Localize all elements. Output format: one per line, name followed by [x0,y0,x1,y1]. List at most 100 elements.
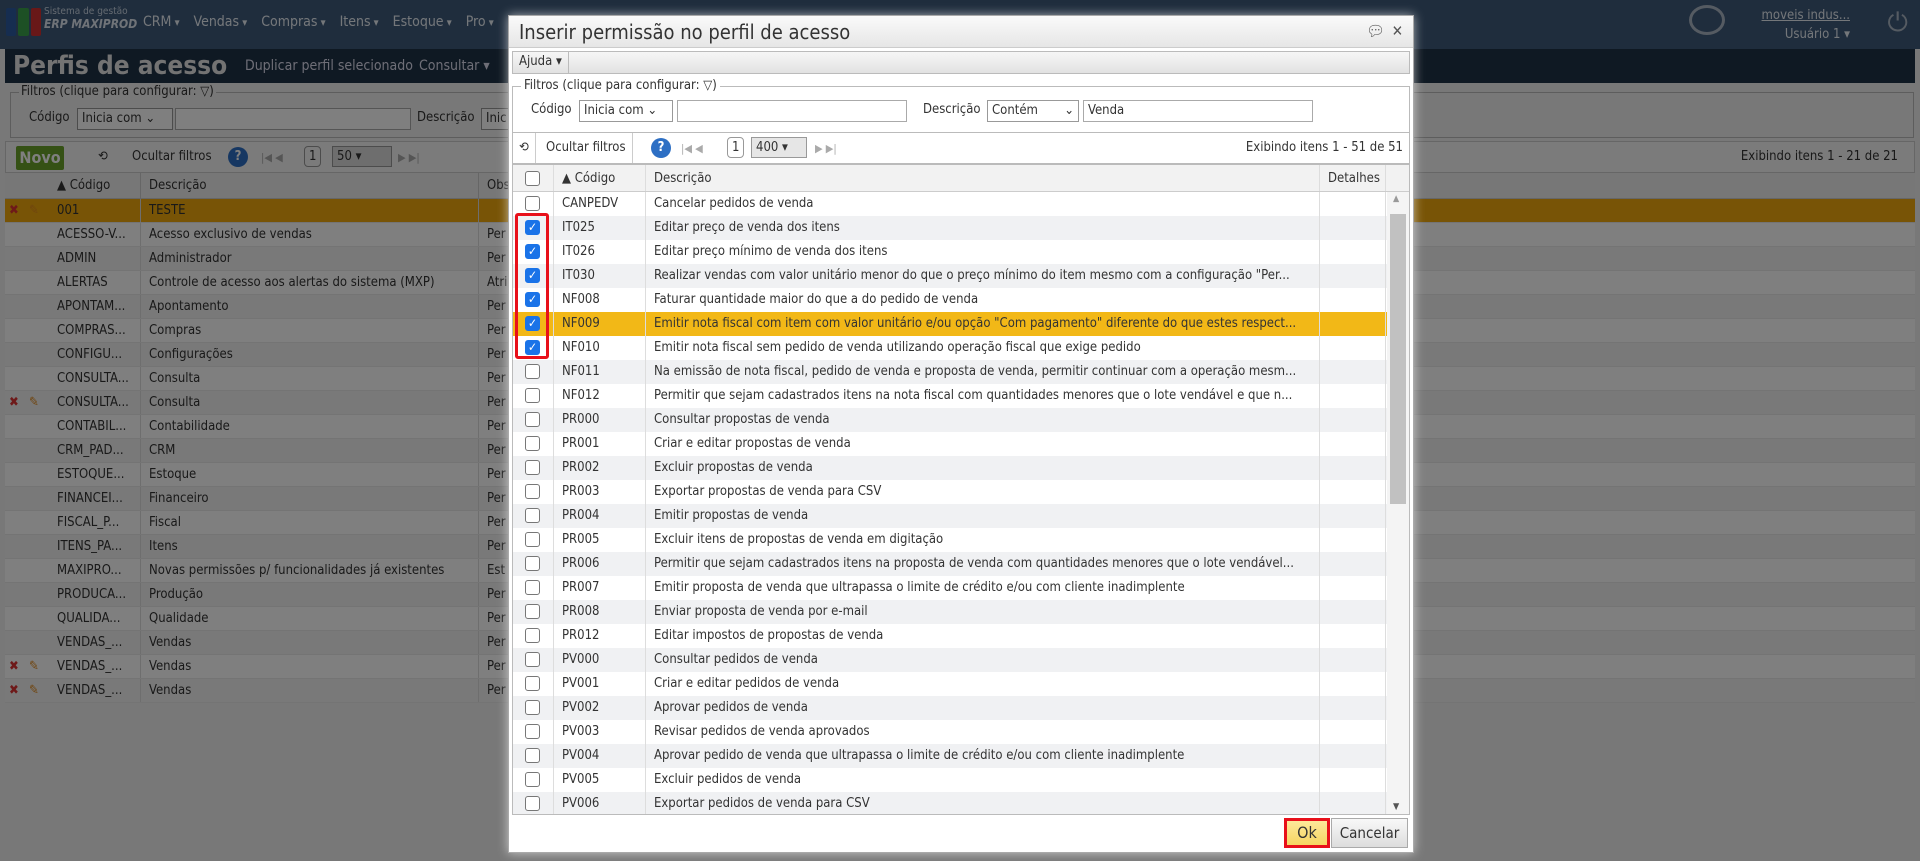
permission-details[interactable] [1320,552,1386,576]
permission-details[interactable] [1320,624,1386,648]
permission-checkbox[interactable] [525,628,540,643]
permission-checkbox[interactable] [525,724,540,739]
permission-details[interactable] [1320,264,1386,288]
ajuda-menu[interactable]: Ajuda ▾ [513,52,569,73]
permission-checkbox[interactable] [525,652,540,667]
permission-row[interactable]: NF011 Na emissão de nota fiscal, pedido d… [513,360,1409,384]
close-icon[interactable]: ✕ [1392,22,1403,40]
permission-checkbox[interactable] [525,796,540,811]
permission-details[interactable] [1320,696,1386,720]
scrollbar[interactable]: ▲ ▼ [1387,192,1409,814]
permission-checkbox[interactable] [525,436,540,451]
permission-details[interactable] [1320,648,1386,672]
permission-details[interactable] [1320,456,1386,480]
permission-details[interactable] [1320,288,1386,312]
permission-row[interactable]: PV003 Revisar pedidos de venda aprovados [513,720,1409,744]
permission-checkbox[interactable] [525,604,540,619]
permission-code: NF012 [554,384,646,408]
permission-details[interactable] [1320,432,1386,456]
permission-row[interactable]: PV001 Criar e editar pedidos de venda [513,672,1409,696]
permission-checkbox[interactable] [525,748,540,763]
dialog-hide-filters-button[interactable]: Ocultar filtros [540,133,633,163]
dialog-codigo-input[interactable] [677,100,907,122]
permission-details[interactable] [1320,360,1386,384]
permission-checkbox[interactable] [525,196,540,211]
permission-details[interactable] [1320,312,1386,336]
permission-row[interactable]: PV002 Aprovar pedidos de venda [513,696,1409,720]
scroll-down-icon[interactable]: ▼ [1393,802,1399,812]
permission-checkbox[interactable] [525,412,540,427]
permission-details[interactable] [1320,792,1386,814]
refresh-icon[interactable]: ⟲ [513,133,536,163]
dialog-codigo-operator[interactable]: Inicia com ⌄ [579,100,673,122]
dialog-filters-legend[interactable]: Filtros (clique para configurar: ▽) [521,78,720,93]
permission-details[interactable] [1320,528,1386,552]
permission-checkbox[interactable] [525,676,540,691]
permission-row[interactable]: PR003 Exportar propostas de venda para CS… [513,480,1409,504]
permission-checkbox[interactable] [525,772,540,787]
permission-row[interactable]: ✓ NF010 Emitir nota fiscal sem pedido de v… [513,336,1409,360]
permission-checkbox[interactable] [525,460,540,475]
permission-code: NF008 [554,288,646,312]
col-codigo[interactable]: ▲ Código [554,165,646,191]
dialog-page-size-select[interactable]: 400 ▾ [751,137,807,158]
permission-checkbox[interactable] [525,484,540,499]
permission-details[interactable] [1320,600,1386,624]
permission-row[interactable]: PR004 Emitir propostas de venda [513,504,1409,528]
dialog-descricao-input[interactable]: Venda [1083,100,1313,122]
col-detalhes[interactable]: Detalhes [1320,165,1386,191]
permission-description: Realizar vendas com valor unitário menor… [646,264,1320,288]
first-page-icon[interactable]: |◀ ◀ [681,142,703,155]
permission-details[interactable] [1320,240,1386,264]
permission-row[interactable]: ✓ IT026 Editar preço mínimo de venda dos i… [513,240,1409,264]
permission-details[interactable] [1320,720,1386,744]
scroll-up-icon[interactable]: ▲ [1393,194,1399,204]
permission-row[interactable]: PR000 Consultar propostas de venda [513,408,1409,432]
permission-row[interactable]: NF012 Permitir que sejam cadastrados iten… [513,384,1409,408]
dialog-toolbar: ⟲ Ocultar filtros ? |◀ ◀ 1 400 ▾ ▶ ▶| Ex… [512,132,1410,164]
permission-row[interactable]: PR012 Editar impostos de propostas de ven… [513,624,1409,648]
permission-details[interactable] [1320,408,1386,432]
permission-checkbox[interactable] [525,532,540,547]
permission-details[interactable] [1320,480,1386,504]
permission-row[interactable]: CANPEDV Cancelar pedidos de venda [513,192,1409,216]
permission-row[interactable]: PR007 Emitir proposta de venda que ultrap… [513,576,1409,600]
permission-row[interactable]: PV000 Consultar pedidos de venda [513,648,1409,672]
permission-checkbox[interactable] [525,508,540,523]
permission-details[interactable] [1320,744,1386,768]
permission-details[interactable] [1320,384,1386,408]
permission-details[interactable] [1320,504,1386,528]
dialog-page-input[interactable]: 1 [727,137,745,158]
permission-checkbox[interactable] [525,556,540,571]
permission-checkbox[interactable] [525,388,540,403]
permission-details[interactable] [1320,768,1386,792]
permission-row[interactable]: PV006 Exportar pedidos de venda para CSV [513,792,1409,814]
permission-row[interactable]: PR008 Enviar proposta de venda por e-mail [513,600,1409,624]
scrollbar-thumb[interactable] [1390,214,1406,504]
cancel-button[interactable]: Cancelar [1331,818,1408,848]
permission-details[interactable] [1320,672,1386,696]
permission-row[interactable]: PV005 Excluir pedidos de venda [513,768,1409,792]
permission-checkbox[interactable] [525,580,540,595]
permission-checkbox[interactable] [525,364,540,379]
permission-details[interactable] [1320,336,1386,360]
dialog-descricao-operator[interactable]: Contém ⌄ [987,100,1079,122]
permission-details[interactable] [1320,192,1386,216]
permission-row[interactable]: PR001 Criar e editar propostas de venda [513,432,1409,456]
permission-details[interactable] [1320,576,1386,600]
permission-row[interactable]: PR006 Permitir que sejam cadastrados iten… [513,552,1409,576]
permission-row[interactable]: ✓ NF008 Faturar quantidade maior do que a … [513,288,1409,312]
permission-checkbox[interactable] [525,700,540,715]
ok-button[interactable]: Ok [1284,818,1330,848]
permission-row[interactable]: PV004 Aprovar pedido de venda que ultrapa… [513,744,1409,768]
permission-details[interactable] [1320,216,1386,240]
permission-row[interactable]: ✓ IT025 Editar preço de venda dos itens [513,216,1409,240]
permission-row[interactable]: ✓ IT030 Realizar vendas com valor unitário… [513,264,1409,288]
permission-row[interactable]: PR005 Excluir itens de propostas de venda… [513,528,1409,552]
help-icon[interactable]: ? [651,138,671,158]
permission-row[interactable]: PR002 Excluir propostas de venda [513,456,1409,480]
col-descricao[interactable]: Descrição [646,165,1320,191]
next-page-icon[interactable]: ▶ ▶| [815,142,837,155]
comment-icon[interactable]: 💬︎ [1366,22,1385,40]
permission-row[interactable]: ✓ NF009 Emitir nota fiscal com item com va… [513,312,1409,336]
